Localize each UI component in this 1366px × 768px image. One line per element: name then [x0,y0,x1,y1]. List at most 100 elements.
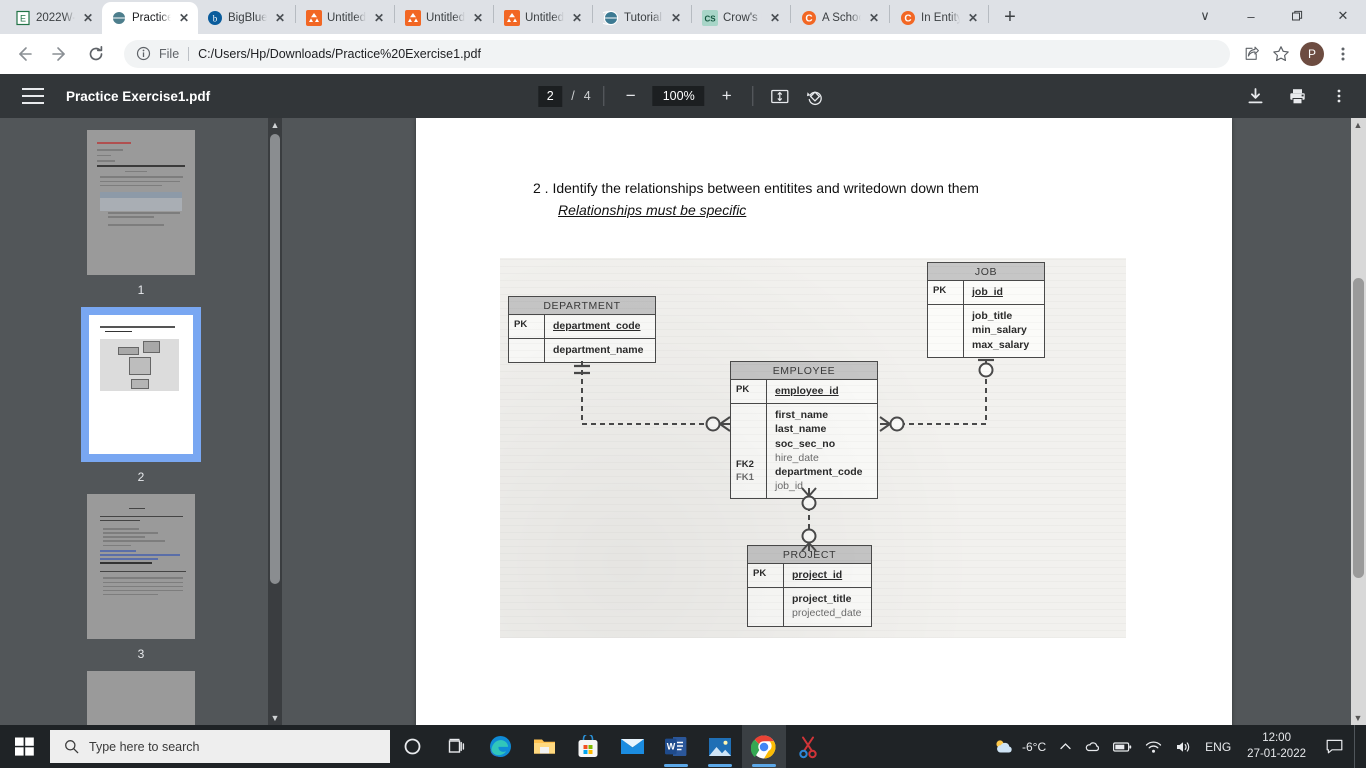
fit-page-button[interactable] [767,83,793,109]
volume-icon[interactable] [1170,725,1197,768]
entity-attribute: department_code [775,465,863,479]
print-button[interactable] [1284,83,1310,109]
tab-close-button[interactable]: ✕ [668,10,684,26]
notifications-button[interactable] [1317,725,1351,768]
sidebar-toggle-button[interactable] [22,88,44,104]
tab-close-button[interactable]: ✕ [866,10,882,26]
mail-icon[interactable] [610,725,654,768]
weather-widget[interactable]: -6°C [988,725,1051,768]
profile-avatar[interactable]: P [1300,42,1324,66]
zoom-level-label[interactable]: 100% [653,86,705,106]
star-icon [1272,45,1290,63]
browser-tab[interactable]: E 2022W-1 ✕ [6,2,102,34]
address-bar[interactable]: File C:/Users/Hp/Downloads/Practice%20Ex… [124,40,1230,68]
scroll-up-arrow[interactable]: ▲ [268,118,282,132]
question-subtext: Relationships must be specific [558,200,979,222]
battery-icon[interactable] [1108,725,1137,768]
browser-tab[interactable]: C In Entity ✕ [891,2,987,34]
task-view-icon[interactable] [434,725,478,768]
show-hidden-icons-button[interactable] [1054,725,1077,768]
browser-tab[interactable]: b BigBlueB ✕ [198,2,294,34]
wifi-icon[interactable] [1140,725,1167,768]
scroll-up-arrow[interactable]: ▲ [1351,118,1365,132]
chrome-browser-window: E 2022W-1 ✕ Practice ✕ b BigBlueB ✕ Unti… [0,0,1366,725]
new-tab-button[interactable]: + [996,4,1024,32]
start-button[interactable] [0,725,48,768]
tab-close-button[interactable]: ✕ [272,10,288,26]
edge-icon[interactable] [478,725,522,768]
browser-tab[interactable]: CS Crow's F ✕ [693,2,789,34]
entity-attribute: job_id [775,479,863,493]
language-indicator[interactable]: ENG [1200,725,1236,768]
close-button[interactable]: ✕ [1320,0,1366,32]
zoom-in-button[interactable]: + [714,83,740,109]
forward-button[interactable] [44,38,76,70]
browser-tab[interactable]: Untitled ✕ [297,2,393,34]
thumbnail-page-2[interactable]: 2 [0,307,282,484]
word-icon[interactable]: W [654,725,698,768]
tab-close-button[interactable]: ✕ [965,10,981,26]
tab-search-icon[interactable]: ∨ [1182,0,1228,32]
tab-title: Untitled [327,12,366,24]
scroll-down-arrow[interactable]: ▼ [268,711,282,725]
onedrive-icon[interactable] [1080,725,1105,768]
tab-close-button[interactable]: ✕ [80,10,96,26]
show-desktop-button[interactable] [1354,725,1360,768]
download-button[interactable] [1242,83,1268,109]
thumbnail-page-4[interactable]: 4 [0,671,282,725]
maximize-icon [1291,10,1303,22]
browser-tab[interactable]: Untitled ✕ [495,2,591,34]
action-center-icon [1326,739,1343,754]
scrollbar-thumb[interactable] [1353,278,1364,578]
search-input[interactable]: Type here to search [50,730,390,763]
browser-tab[interactable]: Untitled ✕ [396,2,492,34]
rotate-counterclockwise-icon [805,87,824,106]
document-scrollbar[interactable]: ▲ ▼ [1351,118,1366,725]
entity-attribute: soc_sec_no [775,437,863,451]
page-info-icon[interactable] [136,46,151,61]
tab-close-button[interactable]: ✕ [371,10,387,26]
maximize-button[interactable] [1274,0,1320,32]
scrollbar-thumb[interactable] [270,134,280,584]
tab-close-button[interactable]: ✕ [176,10,192,26]
bookmark-button[interactable] [1266,39,1296,69]
thumbnail-image[interactable] [87,494,195,639]
file-explorer-icon[interactable] [522,725,566,768]
thumbnail-page-1[interactable]: 1 [0,130,282,297]
pdf-more-menu-button[interactable] [1326,83,1352,109]
thumbnail-image[interactable] [87,671,195,725]
page-number-input[interactable]: 2 [538,86,562,107]
share-button[interactable] [1236,39,1266,69]
thumbnail-scrollbar[interactable]: ▲ ▼ [268,118,282,725]
thumbnail-image[interactable] [81,307,201,462]
thumbnail-page-number: 2 [138,470,145,484]
entity-pk-row: PK project_id [748,564,871,588]
browser-tab[interactable]: Tutorial ✕ [594,2,690,34]
thumbnail-page-3[interactable]: 3 [0,494,282,661]
tab-close-button[interactable]: ✕ [470,10,486,26]
zoom-out-button[interactable]: − [618,83,644,109]
tab-close-button[interactable]: ✕ [569,10,585,26]
microsoft-store-icon[interactable] [566,725,610,768]
clock[interactable]: 12:00 27-01-2022 [1239,725,1314,768]
svg-text:CS: CS [704,15,716,24]
photos-icon[interactable] [698,725,742,768]
search-icon [64,739,79,754]
browser-tab-active[interactable]: Practice ✕ [102,2,198,34]
reload-button[interactable] [80,38,112,70]
chrome-menu-button[interactable] [1328,39,1358,69]
snipping-tool-icon[interactable] [786,725,830,768]
thumbnail-image[interactable] [87,130,195,275]
cortana-icon[interactable] [390,725,434,768]
entity-attribute: first_name [775,408,863,422]
clock-time: 12:00 [1262,731,1291,747]
rotate-button[interactable] [802,83,828,109]
thumbnail-page-number: 1 [138,283,145,297]
back-button[interactable] [8,38,40,70]
browser-tab[interactable]: C A School ✕ [792,2,888,34]
scroll-down-arrow[interactable]: ▼ [1351,711,1365,725]
chrome-icon[interactable] [742,725,786,768]
pdf-viewer: Practice Exercise1.pdf 2 / 4 − 100% + [0,74,1366,725]
minimize-button[interactable]: – [1228,0,1274,32]
tab-close-button[interactable]: ✕ [767,10,783,26]
